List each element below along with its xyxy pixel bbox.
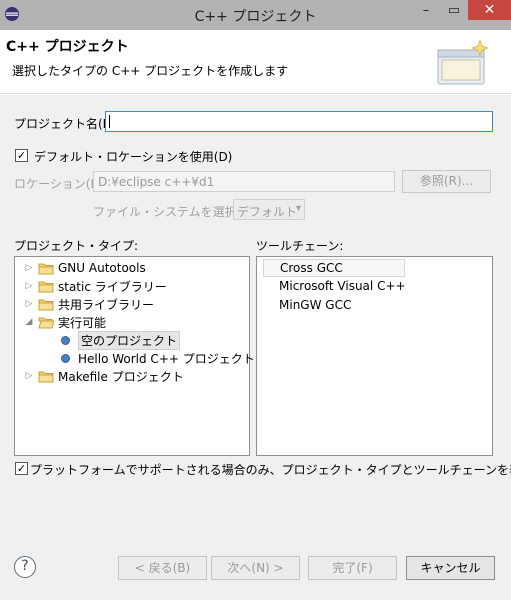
tree-item-shared-library[interactable]: ▷ 共用ライブラリー [23, 295, 154, 313]
expand-arrow-icon[interactable]: ▷ [23, 281, 35, 291]
help-icon[interactable]: ? [14, 556, 36, 578]
back-button[interactable]: < 戻る(B) [118, 556, 207, 580]
close-button[interactable]: ✕ [468, 0, 511, 20]
tree-item-label: 共用ライブラリー [58, 297, 155, 312]
tree-item-gnu-autotools[interactable]: ▷ GNU Autotools [23, 259, 146, 277]
new-project-icon [437, 38, 490, 85]
filter-label: プラットフォームでサポートされる場合のみ、プロジェクト・タイプとツールチェーンを… [30, 463, 511, 477]
toolchain-list[interactable]: Cross GCC Microsoft Visual C++ MinGW GCC [256, 256, 493, 456]
minimize-button[interactable]: – [412, 0, 440, 20]
project-type-label: プロジェクト・タイプ: [14, 239, 139, 253]
tree-item-hello-world[interactable]: Hello World C++ プロジェクト [59, 349, 255, 367]
tree-item-label: 実行可能 [58, 315, 107, 330]
expand-arrow-icon[interactable]: ▷ [23, 371, 35, 381]
next-button[interactable]: 次へ(N) > [211, 556, 300, 580]
wizard-body: プロジェクト名(P): ✓ デフォルト・ロケーションを使用(D) ロケーション(… [0, 95, 511, 600]
filter-checkbox[interactable]: ✓ [15, 462, 28, 475]
header-description: 選択したタイプの C++ プロジェクトを作成します [12, 64, 289, 78]
folder-open-icon [38, 316, 54, 329]
default-location-label: デフォルト・ロケーションを使用(D) [34, 150, 233, 164]
browse-button[interactable]: 参照(R)... [402, 170, 491, 193]
cancel-button[interactable]: キャンセル [406, 556, 495, 580]
folder-icon [38, 298, 54, 311]
toolchain-label: ツールチェーン: [256, 239, 344, 253]
location-input[interactable]: D:¥eclipse c++¥d1 [93, 171, 395, 192]
project-template-icon [61, 353, 70, 363]
chevron-down-icon: ▾ [295, 203, 301, 214]
tree-item-label: Makefile プロジェクト [58, 369, 184, 384]
project-type-tree[interactable]: ▷ GNU Autotools ▷ static ライブラリー ▷ 共用ライブラ… [14, 256, 255, 456]
expand-arrow-icon[interactable]: ▷ [23, 263, 35, 273]
maximize-button[interactable]: ▭ [441, 0, 467, 20]
folder-icon [38, 370, 54, 383]
toolchain-item-cross-gcc[interactable]: Cross GCC [263, 259, 405, 277]
project-name-input[interactable] [105, 111, 493, 132]
tree-item-static-library[interactable]: ▷ static ライブラリー [23, 277, 167, 295]
filesystem-value: デフォルト [237, 205, 298, 219]
toolchain-item-msvc[interactable]: Microsoft Visual C++ [263, 278, 406, 296]
title-bar: C++ プロジェクト – ▭ ✕ [0, 0, 511, 30]
tree-item-label: Hello World C++ プロジェクト [78, 351, 255, 366]
expand-arrow-icon[interactable]: ▷ [23, 299, 35, 309]
tree-item-empty-project[interactable]: 空のプロジェクト [59, 330, 181, 350]
tree-item-label: static ライブラリー [58, 279, 167, 294]
tree-item-label: GNU Autotools [58, 261, 146, 275]
toolchain-item-mingw[interactable]: MinGW GCC [263, 297, 351, 315]
folder-icon [38, 280, 54, 293]
collapse-arrow-icon[interactable]: ◢ [23, 317, 35, 327]
folder-icon [38, 262, 54, 275]
text-caret [109, 115, 110, 128]
project-template-icon [61, 335, 70, 345]
filesystem-select[interactable]: デフォルト ▾ [233, 199, 305, 220]
tree-item-executable[interactable]: ◢ 実行可能 [23, 313, 106, 331]
header-title: C++ プロジェクト [6, 39, 129, 55]
tree-item-makefile-project[interactable]: ▷ Makefile プロジェクト [23, 367, 184, 385]
tree-item-label: 空のプロジェクト [78, 330, 181, 350]
default-location-checkbox[interactable]: ✓ [15, 149, 28, 162]
wizard-header: C++ プロジェクト 選択したタイプの C++ プロジェクトを作成します [0, 30, 511, 94]
project-name-label: プロジェクト名(P): [14, 117, 119, 131]
finish-button[interactable]: 完了(F) [308, 556, 397, 580]
